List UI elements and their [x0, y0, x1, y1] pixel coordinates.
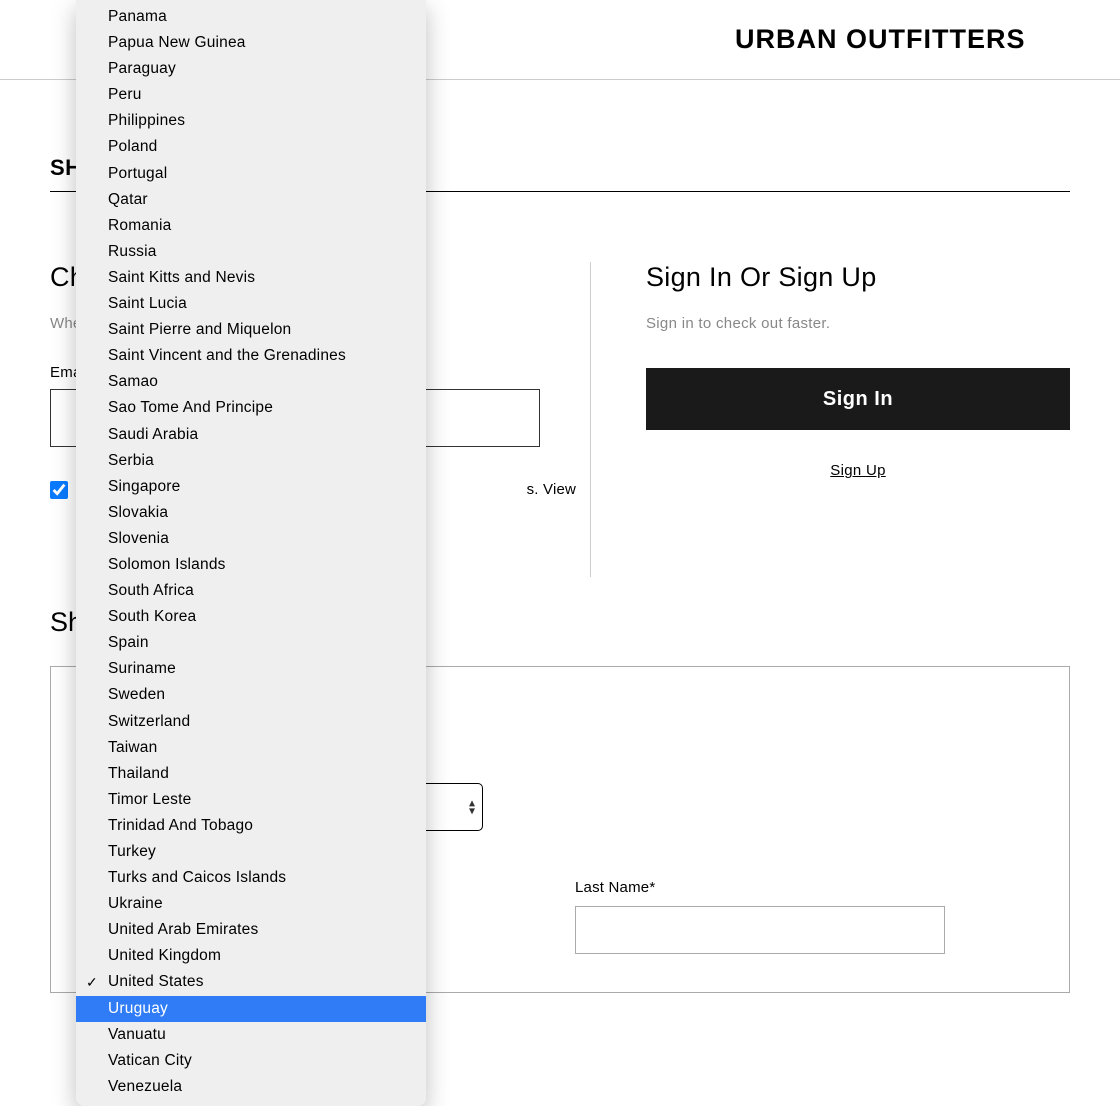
- last-name-input[interactable]: [575, 906, 945, 954]
- country-option[interactable]: Timor Leste: [76, 787, 426, 813]
- country-option[interactable]: Serbia: [76, 448, 426, 474]
- country-option[interactable]: United Arab Emirates: [76, 917, 426, 943]
- country-option[interactable]: Uruguay: [76, 996, 426, 1022]
- country-option[interactable]: Peru: [76, 82, 426, 108]
- country-option[interactable]: Spain: [76, 630, 426, 656]
- country-option[interactable]: Thailand: [76, 761, 426, 787]
- signup-link[interactable]: Sign Up: [646, 462, 1070, 479]
- country-option[interactable]: Sao Tome And Principe: [76, 395, 426, 421]
- country-option[interactable]: Suriname: [76, 656, 426, 682]
- country-option[interactable]: Saint Vincent and the Grenadines: [76, 343, 426, 369]
- country-option[interactable]: Sweden: [76, 682, 426, 708]
- country-option[interactable]: Turkey: [76, 839, 426, 865]
- marketing-checkbox[interactable]: [50, 481, 68, 499]
- country-option[interactable]: Panama: [76, 4, 426, 30]
- country-option[interactable]: Slovenia: [76, 526, 426, 552]
- country-option[interactable]: Slovakia: [76, 500, 426, 526]
- country-option[interactable]: South Africa: [76, 578, 426, 604]
- country-option[interactable]: Paraguay: [76, 56, 426, 82]
- country-option[interactable]: Romania: [76, 213, 426, 239]
- country-option[interactable]: United Kingdom: [76, 943, 426, 969]
- country-option[interactable]: Switzerland: [76, 709, 426, 735]
- country-option[interactable]: Singapore: [76, 474, 426, 500]
- logo: URBAN OUTFITTERS: [735, 24, 1025, 55]
- signin-button[interactable]: Sign In: [646, 368, 1070, 430]
- country-option[interactable]: Taiwan: [76, 735, 426, 761]
- country-option[interactable]: Ukraine: [76, 891, 426, 917]
- country-option[interactable]: Papua New Guinea: [76, 30, 426, 56]
- country-option[interactable]: Saint Pierre and Miquelon: [76, 317, 426, 343]
- country-option[interactable]: Saint Lucia: [76, 291, 426, 317]
- last-name-label: Last Name*: [575, 879, 1027, 896]
- signin-heading: Sign In Or Sign Up: [646, 262, 1070, 293]
- country-option[interactable]: South Korea: [76, 604, 426, 630]
- country-option[interactable]: Solomon Islands: [76, 552, 426, 578]
- country-option[interactable]: Saint Kitts and Nevis: [76, 265, 426, 291]
- country-option[interactable]: United States: [76, 969, 426, 995]
- country-option[interactable]: Samao: [76, 369, 426, 395]
- country-option[interactable]: Saudi Arabia: [76, 422, 426, 448]
- country-option[interactable]: Russia: [76, 239, 426, 265]
- country-option[interactable]: Portugal: [76, 161, 426, 187]
- country-option[interactable]: Qatar: [76, 187, 426, 213]
- country-option[interactable]: Poland: [76, 134, 426, 160]
- country-option[interactable]: Venezuela: [76, 1074, 426, 1100]
- country-option[interactable]: Trinidad And Tobago: [76, 813, 426, 839]
- country-option[interactable]: Vanuatu: [76, 1022, 426, 1048]
- country-dropdown-popup[interactable]: PanamaPapua New GuineaParaguayPeruPhilip…: [76, 0, 426, 1106]
- signin-subtext: Sign in to check out faster.: [646, 315, 1070, 332]
- country-option[interactable]: Turks and Caicos Islands: [76, 865, 426, 891]
- country-option[interactable]: Vatican City: [76, 1048, 426, 1074]
- country-option[interactable]: Philippines: [76, 108, 426, 134]
